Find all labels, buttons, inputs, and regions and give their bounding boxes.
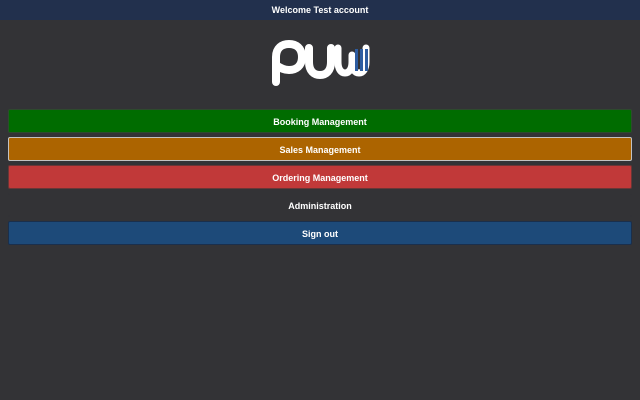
puw-logo [272,40,370,86]
ordering-management-button[interactable]: Ordering Management [8,165,632,189]
sign-out-button[interactable]: Sign out [8,221,632,245]
page-root: Welcome Test account Booking Management … [0,0,640,400]
welcome-text: Welcome Test account [271,5,369,15]
logo-accent-bar-2 [360,49,363,71]
welcome-header: Welcome Test account [0,0,640,20]
logo-accent-bar-3 [365,49,368,71]
booking-management-button[interactable]: Booking Management [8,109,632,133]
puw-logo-mark [272,40,370,86]
logo-accent-bar-1 [355,49,358,71]
administration-button[interactable]: Administration [8,193,632,217]
main-menu: Booking Management Sales Management Orde… [8,109,632,249]
sales-management-button[interactable]: Sales Management [8,137,632,161]
